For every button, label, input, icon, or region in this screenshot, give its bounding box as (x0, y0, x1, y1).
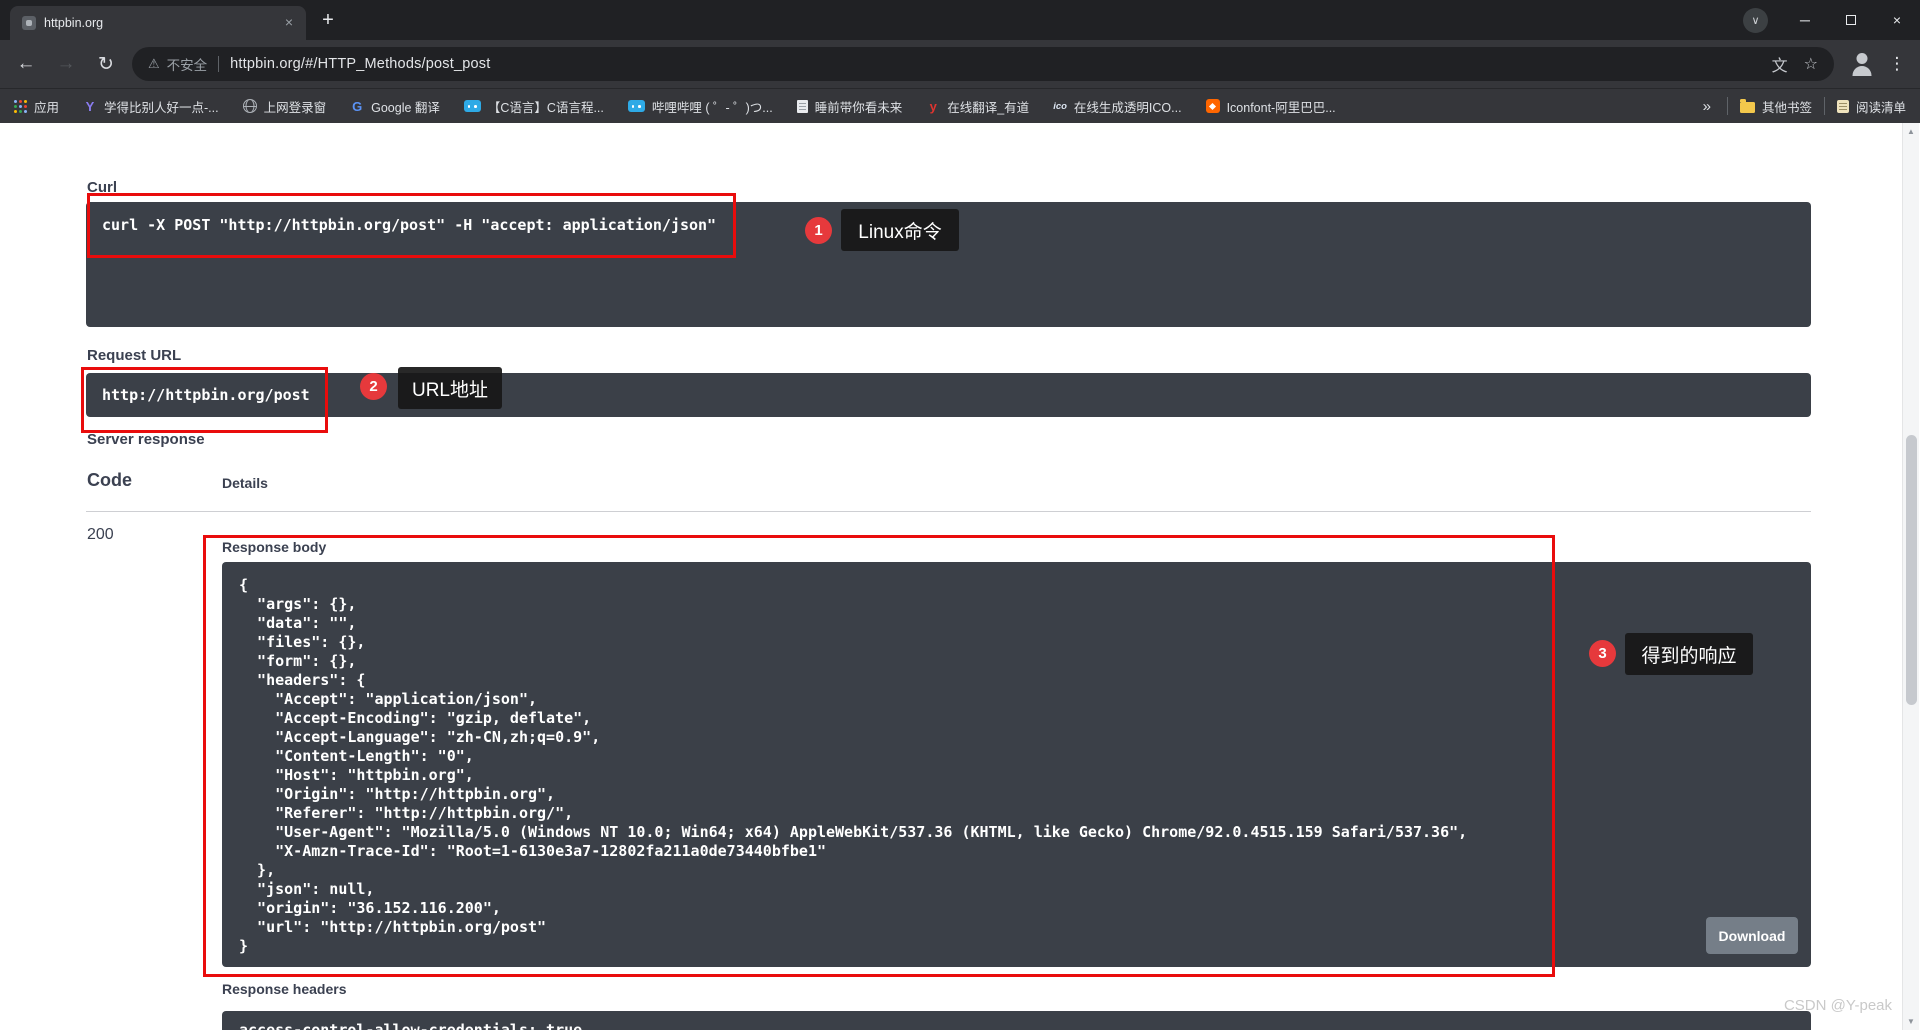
bookmark-label: 哔哩哔哩 ( ゜- ゜)つ... (652, 97, 773, 116)
not-secure-warning-icon: ⚠ (148, 56, 160, 72)
server-response-label: Server response (87, 431, 205, 448)
response-headers-text: access-control-allow-credentials: true (239, 1021, 1794, 1030)
scroll-up-arrow[interactable]: ▲ (1903, 127, 1919, 136)
bookmark-item[interactable]: 上网登录窗 (243, 97, 327, 116)
other-bookmarks-button[interactable]: 其他书签 (1740, 97, 1812, 116)
url-text: httpbin.org/#/HTTP_Methods/post_post (230, 56, 490, 72)
page-scrollbar[interactable]: ▲ ▼ (1902, 123, 1919, 1030)
bookmark-label: 应用 (34, 97, 59, 116)
tab-bar: httpbin.org × + ∨ ─ × (0, 0, 1920, 40)
annotation-box-request-url (81, 367, 328, 433)
bookmark-item[interactable]: 睡前带你看未来 (797, 97, 903, 116)
bookmark-label: 学得比别人好一点-... (104, 97, 219, 116)
bilibili-tv-icon (628, 100, 645, 112)
divider (1727, 97, 1728, 115)
bookmark-item[interactable]: 【C语言】C语言程... (464, 97, 604, 116)
reading-list-icon (1837, 100, 1849, 113)
table-header-divider (86, 511, 1811, 512)
reload-button[interactable]: ↻ (90, 48, 122, 80)
browser-menu-icon[interactable]: ⋮ (1884, 54, 1910, 74)
bookmark-label: Iconfont-阿里巴巴... (1227, 97, 1336, 116)
new-tab-button[interactable]: + (314, 6, 342, 34)
page-content: Curl curl -X POST "http://httpbin.org/po… (0, 123, 1920, 1030)
annotation-box-curl (87, 193, 736, 258)
bookmark-label: 在线翻译_有道 (947, 97, 1029, 116)
tab-close-icon[interactable]: × (280, 14, 298, 32)
y-letter-icon: Y (83, 99, 97, 114)
bookmark-item[interactable]: 哔哩哔哩 ( ゜- ゜)つ... (628, 97, 773, 116)
bookmark-item[interactable]: G Google 翻译 (350, 97, 440, 116)
security-label: 不安全 (167, 54, 208, 74)
annotation-badge-1: 1 (805, 217, 832, 244)
scroll-down-arrow[interactable]: ▼ (1903, 1017, 1919, 1026)
bookmark-item[interactable]: Iconfont-阿里巴巴... (1206, 97, 1336, 116)
reading-list-button[interactable]: 阅读清单 (1837, 97, 1906, 116)
response-headers-block: access-control-allow-credentials: true (222, 1011, 1811, 1030)
annotation-tooltip-1: Linux命令 (841, 209, 959, 251)
other-bookmarks-label: 其他书签 (1762, 97, 1812, 116)
browser-toolbar: ← → ↻ ⚠ 不安全 httpbin.org/#/HTTP_Methods/p… (0, 40, 1920, 88)
bookmark-label: 在线生成透明ICO... (1074, 97, 1182, 116)
tab-search-button[interactable]: ∨ (1743, 8, 1768, 33)
browser-tab[interactable]: httpbin.org × (10, 6, 306, 40)
download-button[interactable]: Download (1706, 917, 1798, 954)
annotation-badge-2: 2 (360, 373, 387, 400)
annotation-box-response (203, 535, 1555, 977)
youdao-y-icon: y (926, 99, 940, 114)
reading-list-label: 阅读清单 (1856, 97, 1906, 116)
bookmark-label: Google 翻译 (371, 97, 440, 116)
bookmark-item[interactable]: ico 在线生成透明ICO... (1053, 97, 1181, 116)
bilibili-tv-icon (464, 100, 481, 112)
scrollbar-thumb[interactable] (1906, 435, 1917, 705)
bookmark-item[interactable]: Y 学得比别人好一点-... (83, 97, 219, 116)
site-favicon-icon (22, 16, 36, 30)
code-column-header: Code (87, 470, 132, 491)
bookmark-star-icon[interactable]: ☆ (1804, 54, 1818, 74)
maximize-icon (1846, 15, 1856, 25)
maximize-button[interactable] (1828, 0, 1874, 40)
tab-title: httpbin.org (44, 16, 272, 30)
response-headers-label: Response headers (222, 981, 347, 997)
bookmark-item-apps[interactable]: 应用 (14, 97, 59, 116)
back-button[interactable]: ← (10, 48, 42, 80)
annotation-tooltip-3: 得到的响应 (1625, 633, 1753, 675)
document-icon (797, 100, 808, 113)
minimize-button[interactable]: ─ (1782, 0, 1828, 40)
translate-icon[interactable]: 文 (1772, 52, 1788, 76)
window-controls: ∨ ─ × (1743, 0, 1920, 40)
folder-icon (1740, 102, 1755, 113)
ico-logo-icon: ico (1053, 101, 1067, 112)
close-window-button[interactable]: × (1874, 0, 1920, 40)
bookmark-label: 【C语言】C语言程... (488, 97, 604, 116)
globe-icon (243, 99, 257, 113)
forward-button[interactable]: → (50, 48, 82, 80)
bookmark-label: 睡前带你看未来 (815, 97, 903, 116)
apps-grid-icon (14, 100, 27, 113)
bookmark-label: 上网登录窗 (264, 97, 327, 116)
annotation-tooltip-2: URL地址 (398, 367, 502, 409)
address-bar[interactable]: ⚠ 不安全 httpbin.org/#/HTTP_Methods/post_po… (132, 47, 1834, 81)
annotation-badge-3: 3 (1589, 640, 1616, 667)
details-column-header: Details (222, 475, 268, 491)
bookmarks-bar: 应用 Y 学得比别人好一点-... 上网登录窗 G Google 翻译 【C语言… (0, 88, 1920, 123)
bookmarks-overflow-chevron[interactable]: » (1699, 98, 1715, 115)
request-url-block: http://httpbin.org/post (86, 373, 1811, 417)
profile-avatar-icon[interactable] (1848, 50, 1876, 78)
divider (1824, 97, 1825, 115)
omnibox-separator (218, 56, 219, 72)
bookmark-item[interactable]: y 在线翻译_有道 (926, 97, 1029, 116)
request-url-label: Request URL (87, 347, 181, 364)
google-g-icon: G (350, 99, 364, 114)
chevron-down-icon: ∨ (1751, 14, 1759, 27)
watermark: CSDN @Y-peak (1784, 997, 1892, 1014)
iconfont-icon (1206, 99, 1220, 113)
status-code: 200 (87, 526, 114, 544)
